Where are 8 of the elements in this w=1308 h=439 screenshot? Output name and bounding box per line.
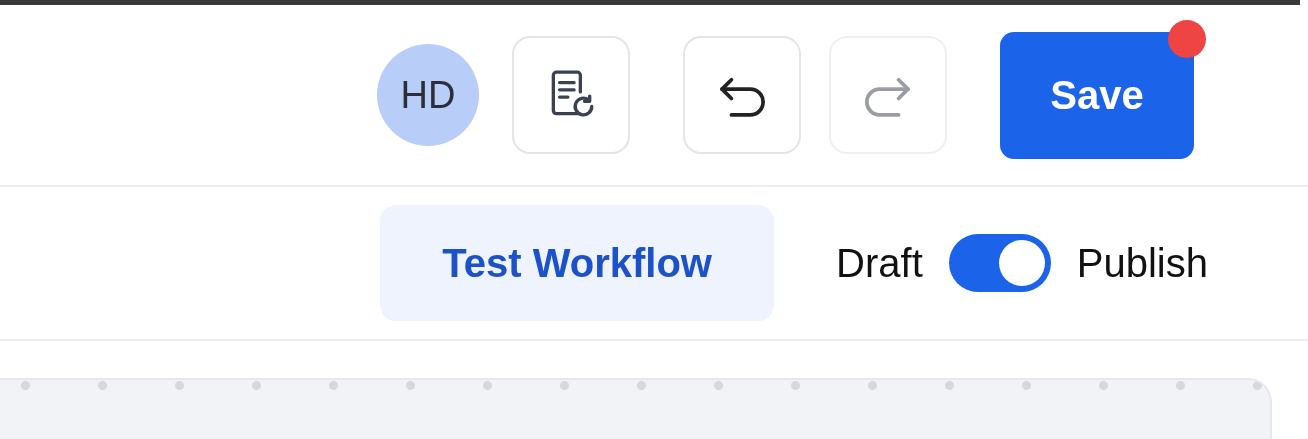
undo-button[interactable] — [683, 36, 801, 154]
history-document-button[interactable] — [512, 36, 630, 154]
draft-label: Draft — [836, 240, 923, 286]
publish-label: Publish — [1076, 240, 1208, 286]
test-workflow-button[interactable]: Test Workflow — [380, 205, 775, 321]
save-button[interactable]: Save — [1000, 31, 1194, 159]
avatar[interactable]: HD — [377, 44, 479, 146]
publish-toggle[interactable] — [948, 234, 1051, 292]
